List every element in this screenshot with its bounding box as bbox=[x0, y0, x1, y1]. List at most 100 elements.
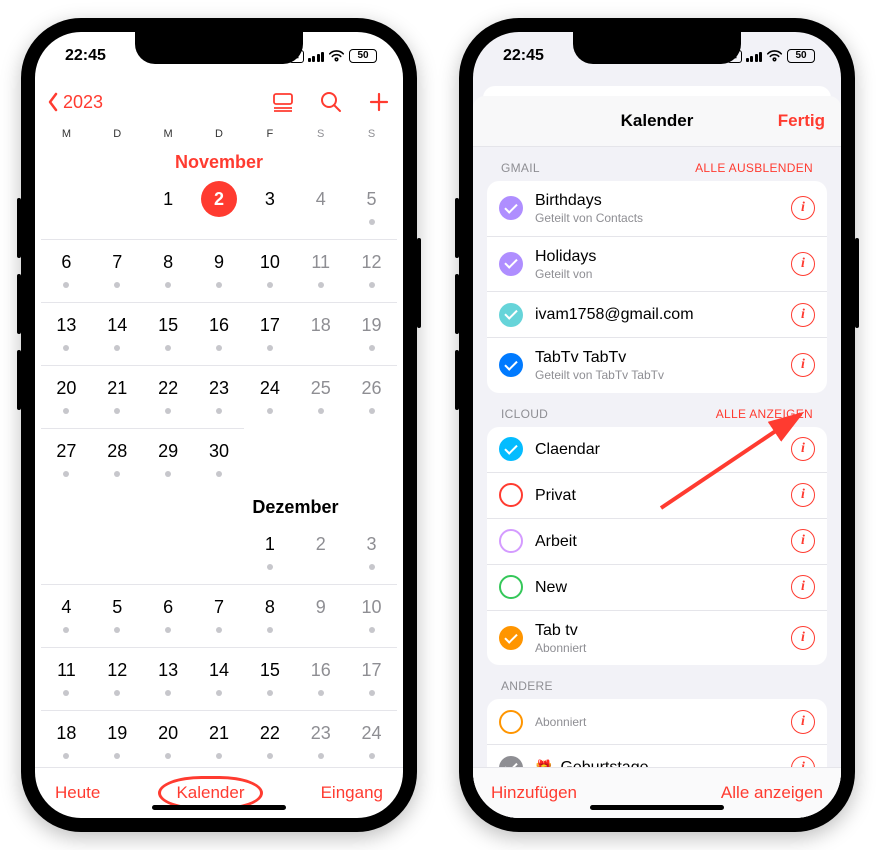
calendar-row[interactable]: ivam1758@gmail.comi bbox=[487, 292, 827, 338]
day-cell[interactable]: 21 bbox=[194, 710, 245, 767]
day-cell[interactable]: 16 bbox=[295, 647, 346, 710]
day-cell[interactable]: 12 bbox=[92, 647, 143, 710]
calendar-row[interactable]: Newi bbox=[487, 565, 827, 611]
day-cell[interactable]: 24 bbox=[244, 365, 295, 428]
day-cell[interactable]: 28 bbox=[92, 428, 143, 491]
day-cell[interactable]: 10 bbox=[346, 584, 397, 647]
sheet-body[interactable]: GMAILALLE AUSBLENDENBirthdaysGeteilt von… bbox=[473, 147, 841, 767]
day-cell[interactable]: 1 bbox=[143, 177, 194, 239]
calendar-row[interactable]: Tab tvAbonnierti bbox=[487, 611, 827, 666]
day-cell[interactable]: 21 bbox=[92, 365, 143, 428]
day-cell[interactable]: 8 bbox=[143, 239, 194, 302]
day-cell[interactable]: 19 bbox=[92, 710, 143, 767]
day-cell[interactable]: 6 bbox=[41, 239, 92, 302]
info-icon[interactable]: i bbox=[791, 303, 815, 327]
section-action[interactable]: ALLE ANZEIGEN bbox=[716, 407, 813, 421]
calendar-row[interactable]: 🎁Geburtstagei bbox=[487, 745, 827, 767]
back-button[interactable]: 2023 bbox=[47, 92, 103, 113]
day-cell[interactable]: 16 bbox=[194, 302, 245, 365]
calendar-row[interactable]: Privati bbox=[487, 473, 827, 519]
calendar-checkbox[interactable] bbox=[499, 529, 523, 553]
show-all-button[interactable]: Alle anzeigen bbox=[721, 783, 823, 803]
info-icon[interactable]: i bbox=[791, 575, 815, 599]
day-cell[interactable]: 23 bbox=[295, 710, 346, 767]
day-cell[interactable]: 10 bbox=[244, 239, 295, 302]
add-calendar-button[interactable]: Hinzufügen bbox=[491, 783, 577, 803]
calendars-button[interactable]: Kalender bbox=[168, 782, 252, 804]
calendar-row[interactable]: HolidaysGeteilt von i bbox=[487, 237, 827, 293]
calendar-checkbox[interactable] bbox=[499, 353, 523, 377]
day-cell[interactable]: 20 bbox=[143, 710, 194, 767]
list-view-icon[interactable] bbox=[271, 90, 295, 114]
info-icon[interactable]: i bbox=[791, 529, 815, 553]
day-cell[interactable]: 13 bbox=[143, 647, 194, 710]
calendar-row[interactable]: BirthdaysGeteilt von Contactsi bbox=[487, 181, 827, 237]
day-cell[interactable]: 7 bbox=[194, 584, 245, 647]
day-cell[interactable]: 8 bbox=[244, 584, 295, 647]
day-cell[interactable]: 22 bbox=[244, 710, 295, 767]
done-button[interactable]: Fertig bbox=[778, 111, 825, 131]
info-icon[interactable]: i bbox=[791, 626, 815, 650]
day-cell[interactable]: 23 bbox=[194, 365, 245, 428]
info-icon[interactable]: i bbox=[791, 483, 815, 507]
calendar-checkbox[interactable] bbox=[499, 483, 523, 507]
calendar-row[interactable]: Abonnierti bbox=[487, 699, 827, 745]
calendar-row[interactable]: Arbeiti bbox=[487, 519, 827, 565]
inbox-button[interactable]: Eingang bbox=[321, 783, 383, 803]
day-cell[interactable]: 20 bbox=[41, 365, 92, 428]
section-action[interactable]: ALLE AUSBLENDEN bbox=[695, 161, 813, 175]
calendar-checkbox[interactable] bbox=[499, 437, 523, 461]
calendar-row[interactable]: TabTv TabTvGeteilt von TabTv TabTvi bbox=[487, 338, 827, 393]
search-icon[interactable] bbox=[319, 90, 343, 114]
day-cell[interactable]: 18 bbox=[295, 302, 346, 365]
info-icon[interactable]: i bbox=[791, 710, 815, 734]
calendar-checkbox[interactable] bbox=[499, 303, 523, 327]
day-cell[interactable]: 24 bbox=[346, 710, 397, 767]
info-icon[interactable]: i bbox=[791, 252, 815, 276]
day-cell[interactable]: 13 bbox=[41, 302, 92, 365]
calendar-scroll[interactable]: November 1234567891011121314151617181920… bbox=[35, 146, 403, 767]
day-cell[interactable]: 15 bbox=[244, 647, 295, 710]
info-icon[interactable]: i bbox=[791, 437, 815, 461]
calendar-checkbox[interactable] bbox=[499, 756, 523, 767]
day-cell[interactable]: 26 bbox=[346, 365, 397, 428]
day-cell[interactable]: 22 bbox=[143, 365, 194, 428]
home-indicator[interactable] bbox=[152, 805, 286, 810]
day-cell[interactable]: 15 bbox=[143, 302, 194, 365]
day-cell[interactable]: 12 bbox=[346, 239, 397, 302]
day-cell[interactable]: 29 bbox=[143, 428, 194, 491]
day-cell[interactable]: 5 bbox=[92, 584, 143, 647]
calendar-checkbox[interactable] bbox=[499, 196, 523, 220]
calendar-row[interactable]: Claendari bbox=[487, 427, 827, 473]
add-icon[interactable] bbox=[367, 90, 391, 114]
calendar-checkbox[interactable] bbox=[499, 626, 523, 650]
info-icon[interactable]: i bbox=[791, 196, 815, 220]
day-cell[interactable]: 19 bbox=[346, 302, 397, 365]
info-icon[interactable]: i bbox=[791, 353, 815, 377]
day-cell[interactable]: 3 bbox=[244, 177, 295, 239]
home-indicator[interactable] bbox=[590, 805, 724, 810]
day-cell[interactable]: 14 bbox=[92, 302, 143, 365]
calendar-checkbox[interactable] bbox=[499, 252, 523, 276]
day-cell[interactable]: 3 bbox=[346, 522, 397, 584]
day-cell[interactable]: 14 bbox=[194, 647, 245, 710]
day-cell[interactable]: 5 bbox=[346, 177, 397, 239]
day-cell[interactable]: 17 bbox=[244, 302, 295, 365]
day-cell[interactable]: 7 bbox=[92, 239, 143, 302]
day-cell[interactable]: 30 bbox=[194, 428, 245, 491]
today-button[interactable]: Heute bbox=[55, 783, 100, 803]
day-cell[interactable]: 17 bbox=[346, 647, 397, 710]
day-cell[interactable]: 6 bbox=[143, 584, 194, 647]
day-cell[interactable]: 1 bbox=[244, 522, 295, 584]
calendar-checkbox[interactable] bbox=[499, 710, 523, 734]
day-cell[interactable]: 4 bbox=[41, 584, 92, 647]
day-cell[interactable]: 27 bbox=[41, 428, 92, 491]
calendar-checkbox[interactable] bbox=[499, 575, 523, 599]
day-cell[interactable]: 4 bbox=[295, 177, 346, 239]
day-cell[interactable]: 18 bbox=[41, 710, 92, 767]
day-cell[interactable]: 2 bbox=[295, 522, 346, 584]
day-cell[interactable]: 11 bbox=[41, 647, 92, 710]
day-cell[interactable]: 25 bbox=[295, 365, 346, 428]
day-cell[interactable]: 9 bbox=[194, 239, 245, 302]
day-cell[interactable]: 11 bbox=[295, 239, 346, 302]
